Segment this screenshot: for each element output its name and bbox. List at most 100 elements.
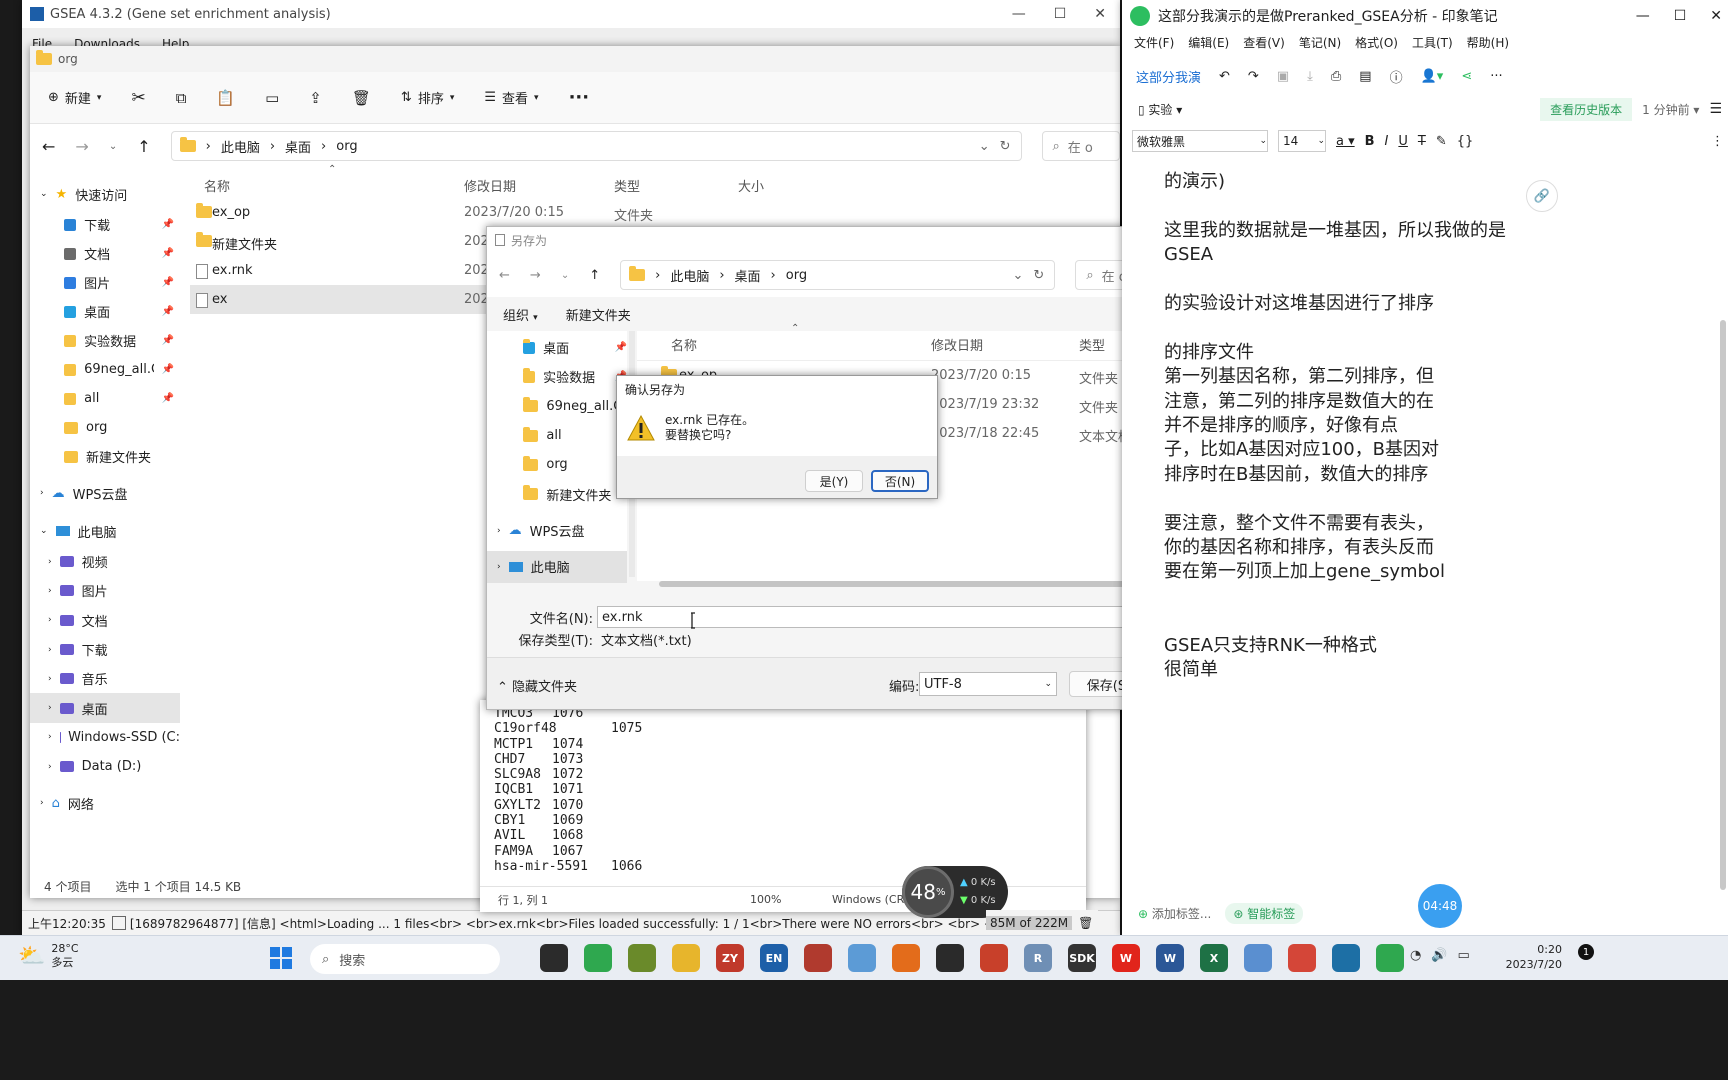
taskbar-app-icon[interactable] (584, 944, 612, 972)
tree-item[interactable]: 新建文件夹 (487, 479, 627, 508)
taskbar-app-icon[interactable] (540, 944, 568, 972)
font-select[interactable]: 微软雅黑 ⌄ (1132, 130, 1268, 152)
hide-folders-button[interactable]: ⌃ 隐藏文件夹 (497, 676, 577, 695)
pin-icon[interactable]: 📌 (615, 342, 627, 353)
maximize-icon[interactable]: ☐ (1674, 8, 1687, 24)
taskbar-app-icon[interactable] (804, 944, 832, 972)
col-size[interactable]: 大小 (738, 176, 764, 195)
font-color-icon[interactable]: a ▾ (1336, 134, 1355, 149)
trash-icon[interactable]: 🗑 (1078, 916, 1093, 930)
tree-item[interactable]: 实验数据📌 (487, 362, 627, 391)
pin-icon[interactable]: 📌 (162, 306, 174, 317)
battery-icon[interactable]: ▭ (1458, 948, 1470, 963)
notepad-text[interactable]: TMCO3 1076 C19orf48 1075 MCTP1 1074 CHD7 1073 SL… (480, 700, 1086, 880)
note-body[interactable]: 的演示) 这里我的数据就是一堆基因，所以我做的是 GSEA 的实验设计对这堆基因进行了… (1122, 158, 1728, 682)
history-button[interactable]: 查看历史版本 (1540, 97, 1633, 121)
expand-icon[interactable]: ⋮ (1711, 134, 1728, 149)
tree-item[interactable]: 桌面 📌 (487, 333, 627, 362)
layout-icon[interactable]: ☰ (1709, 101, 1728, 117)
nav-pc-item[interactable]: › Data (D:) (30, 752, 180, 781)
breadcrumb-thispc[interactable]: 此电脑 (670, 266, 709, 285)
pin-icon[interactable]: 📌 (162, 277, 174, 288)
pin-icon[interactable]: 📌 (162, 393, 174, 404)
recent-chevron-icon[interactable]: ⌄ (109, 141, 117, 152)
weather-widget[interactable]: ⛅ 28°C 多云 (18, 942, 79, 970)
note-title-short[interactable]: 这部分我演 (1136, 67, 1201, 86)
file-row[interactable]: ex_op2023/7/20 0:15文件夹 (190, 198, 1120, 227)
more-options-icon[interactable]: ··· (1490, 69, 1502, 84)
paste-icon[interactable]: 📋 (216, 89, 235, 107)
evernote-menu-item[interactable]: 工具(T) (1412, 34, 1453, 51)
clock[interactable]: 0:20 2023/7/20 (1470, 942, 1562, 972)
encoding-select[interactable]: UTF-8 ⌄ (919, 672, 1057, 696)
col-date[interactable]: 修改日期 (464, 176, 516, 195)
taskbar-app-icon[interactable] (672, 944, 700, 972)
breadcrumb-org[interactable]: org (786, 268, 807, 283)
new-button[interactable]: ⊕ 新建 ▾ (48, 88, 101, 107)
up-arrow-icon[interactable]: ↑ (589, 268, 600, 283)
pin-icon[interactable]: 📌 (162, 364, 174, 375)
address-field[interactable]: › 此电脑 › 桌面 › org ⌄ ↻ (170, 131, 1022, 161)
note-scrollbar[interactable] (1720, 320, 1726, 890)
new-folder-button[interactable]: 新建文件夹 (566, 305, 631, 324)
evernote-menu-item[interactable]: 帮助(H) (1467, 34, 1509, 51)
evernote-menu-item[interactable]: 查看(V) (1243, 34, 1285, 51)
minimize-icon[interactable]: — (1012, 6, 1026, 22)
tree-wps[interactable]: › ☁ WPS云盘 (487, 515, 627, 547)
underline-icon[interactable]: U (1398, 134, 1408, 149)
tree-item[interactable]: all (487, 421, 627, 450)
tree-item[interactable]: org (487, 450, 627, 479)
up-arrow-icon[interactable]: ↑ (137, 137, 150, 156)
taskbar-app-icon[interactable]: W (1112, 944, 1140, 972)
taskbar-app-icon[interactable] (936, 944, 964, 972)
nav-quick-access[interactable]: ⌄ ★ 快速访问 (30, 178, 180, 210)
back-arrow-icon[interactable]: ← (42, 137, 55, 156)
nav-quick-item[interactable]: all 📌 (30, 384, 180, 413)
share-user-icon[interactable]: 👤▾ (1421, 69, 1444, 84)
forward-arrow-icon[interactable]: → (530, 268, 541, 283)
refresh-icon[interactable]: ↻ (1000, 139, 1011, 154)
print-icon[interactable]: ⎙ (1331, 69, 1341, 84)
nav-quick-item[interactable]: 文档 📌 (30, 239, 180, 268)
share-icon[interactable]: ⇪ (309, 89, 322, 107)
breadcrumb-desktop[interactable]: 桌面 (285, 137, 311, 156)
chevron-down-icon[interactable]: ⌄ (1013, 268, 1024, 283)
tree-item[interactable]: 69neg_all.Gsea (487, 392, 627, 421)
undo-icon[interactable]: ↶ (1219, 69, 1230, 84)
evernote-menu-item[interactable]: 编辑(E) (1188, 34, 1229, 51)
download-icon[interactable]: ⤓ (1307, 69, 1313, 84)
cut-icon[interactable]: ✂ (131, 88, 145, 108)
close-icon[interactable]: ✕ (1094, 6, 1106, 22)
info-icon[interactable]: ⓘ (1390, 67, 1403, 86)
nav-quick-item[interactable]: 新建文件夹 (30, 442, 180, 471)
highlighter-icon[interactable]: ✎ (1436, 134, 1447, 149)
nav-pc-item[interactable]: › 桌面 (30, 693, 180, 723)
taskbar-app-icon[interactable] (1244, 944, 1272, 972)
col-name[interactable]: 名称 (671, 335, 697, 354)
nav-quick-item[interactable]: 实验数据 📌 (30, 326, 180, 355)
forward-arrow-icon[interactable]: → (75, 137, 88, 156)
sort-button[interactable]: ⇅ 排序 ▾ (401, 88, 454, 107)
wifi-icon[interactable]: ◔ (1410, 948, 1421, 963)
rename-icon[interactable]: ▭ (265, 89, 279, 107)
more-options-icon[interactable]: ··· (569, 87, 590, 108)
nav-quick-item[interactable]: 69neg_all.Gsea📌 (30, 355, 180, 384)
add-tag-button[interactable]: ⊕ 添加标签... (1138, 905, 1211, 922)
smart-tag-button[interactable]: ⊛ 智能标签 (1225, 903, 1304, 924)
col-date[interactable]: 修改日期 (931, 335, 983, 354)
evernote-menu-item[interactable]: 格式(O) (1355, 34, 1398, 51)
nav-pc-item[interactable]: › 文档 (30, 606, 180, 635)
nav-pc-item[interactable]: › 音乐 (30, 664, 180, 693)
nav-quick-item[interactable]: org (30, 413, 180, 442)
saveas-address-field[interactable]: › 此电脑 › 桌面 › org ⌄ ↻ (620, 260, 1056, 290)
nav-pc-item[interactable]: › Windows-SSD (C: (30, 723, 180, 752)
strikethrough-icon[interactable]: T (1418, 134, 1426, 149)
taskbar-app-icon[interactable] (628, 944, 656, 972)
nav-quick-item[interactable]: 桌面 📌 (30, 297, 180, 326)
pin-icon[interactable]: 📌 (162, 248, 174, 259)
close-icon[interactable]: ✕ (1710, 8, 1722, 24)
nav-thispc[interactable]: ⌄ 此电脑 (30, 515, 180, 547)
nav-network[interactable]: › ⌂ 网络 (30, 787, 180, 819)
bold-icon[interactable]: B (1365, 134, 1375, 149)
taskbar-app-icon[interactable] (1288, 944, 1316, 972)
